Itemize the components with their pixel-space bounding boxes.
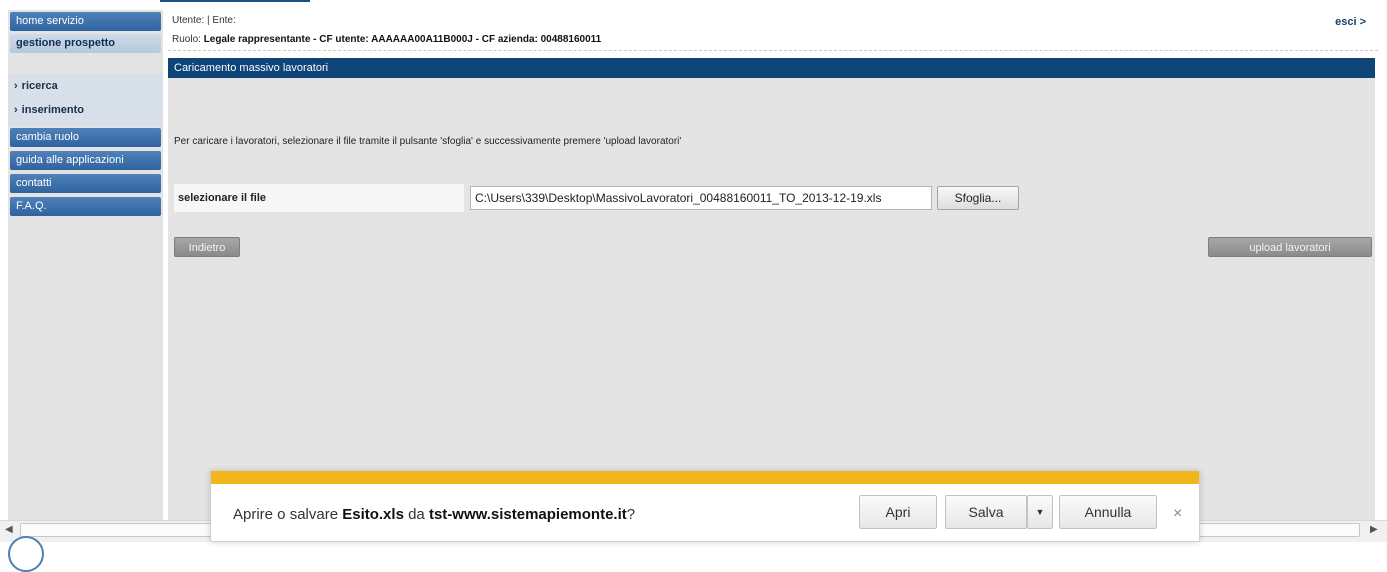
top-accent-line bbox=[160, 0, 310, 2]
sidebar-link-label: inserimento bbox=[21, 104, 85, 116]
role-prefix: Ruolo: bbox=[172, 34, 201, 45]
file-row: selezionare il file C:\Users\339\Desktop… bbox=[174, 184, 1369, 212]
user-header: Utente: | Ente: Ruolo: Legale rappresent… bbox=[168, 12, 1378, 51]
notification-accent-stripe bbox=[211, 471, 1199, 484]
browse-button[interactable]: Sfoglia... bbox=[937, 186, 1019, 210]
sidebar-link-inserimento[interactable]: › inserimento bbox=[14, 104, 84, 116]
save-button[interactable]: Salva bbox=[945, 495, 1027, 529]
user-ente-line: Utente: | Ente: bbox=[172, 15, 236, 26]
sidebar-submenu: › ricerca › inserimento bbox=[8, 74, 163, 126]
upload-button[interactable]: upload lavoratori bbox=[1208, 237, 1372, 257]
back-button[interactable]: Indietro bbox=[174, 237, 240, 257]
role-line: Ruolo: Legale rappresentante - CF utente… bbox=[172, 34, 601, 45]
logout-link[interactable]: esci > bbox=[1335, 16, 1366, 28]
download-filename: Esito.xls bbox=[342, 506, 404, 523]
sidebar: home servizio gestione prospetto › ricerc… bbox=[8, 10, 163, 520]
prompt-from: da bbox=[408, 506, 425, 523]
file-label: selezionare il file bbox=[174, 184, 464, 212]
prompt-prefix: Aprire o salvare bbox=[233, 506, 339, 523]
browser-logo-icon bbox=[8, 536, 44, 572]
chevron-right-icon: › bbox=[14, 80, 18, 92]
sidebar-item-home-servizio[interactable]: home servizio bbox=[10, 12, 161, 31]
download-site: tst-www.sistemapiemonte.it bbox=[428, 506, 627, 523]
main-panel: Per caricare i lavoratori, selezionare i… bbox=[168, 78, 1375, 520]
close-icon[interactable]: × bbox=[1173, 505, 1182, 523]
save-options-dropdown-icon[interactable]: ▼ bbox=[1027, 495, 1053, 529]
download-notification-bar: Aprire o salvare Esito.xls da tst-www.si… bbox=[210, 471, 1200, 542]
sidebar-item-gestione-prospetto[interactable]: gestione prospetto bbox=[10, 34, 161, 53]
instructions-text: Per caricare i lavoratori, selezionare i… bbox=[174, 136, 682, 147]
file-path-input[interactable]: C:\Users\339\Desktop\MassivoLavoratori_0… bbox=[470, 186, 932, 210]
chevron-right-icon: › bbox=[14, 104, 18, 116]
scroll-right-icon[interactable]: ▶ bbox=[1370, 524, 1378, 535]
page-title: Caricamento massivo lavoratori bbox=[168, 58, 1375, 78]
sidebar-item-guida[interactable]: guida alle applicazioni bbox=[10, 151, 161, 170]
role-value: Legale rappresentante - CF utente: AAAAA… bbox=[203, 34, 602, 45]
open-button[interactable]: Apri bbox=[859, 495, 937, 529]
sidebar-link-label: ricerca bbox=[21, 80, 58, 92]
prompt-suffix: ? bbox=[626, 506, 636, 523]
sidebar-item-cambia-ruolo[interactable]: cambia ruolo bbox=[10, 128, 161, 147]
scroll-left-icon[interactable]: ◀ bbox=[5, 524, 13, 535]
cancel-button[interactable]: Annulla bbox=[1059, 495, 1157, 529]
download-prompt: Aprire o salvare Esito.xls da tst-www.si… bbox=[233, 506, 635, 523]
sidebar-link-ricerca[interactable]: › ricerca bbox=[14, 80, 58, 92]
sidebar-item-contatti[interactable]: contatti bbox=[10, 174, 161, 193]
sidebar-item-faq[interactable]: F.A.Q. bbox=[10, 197, 161, 216]
